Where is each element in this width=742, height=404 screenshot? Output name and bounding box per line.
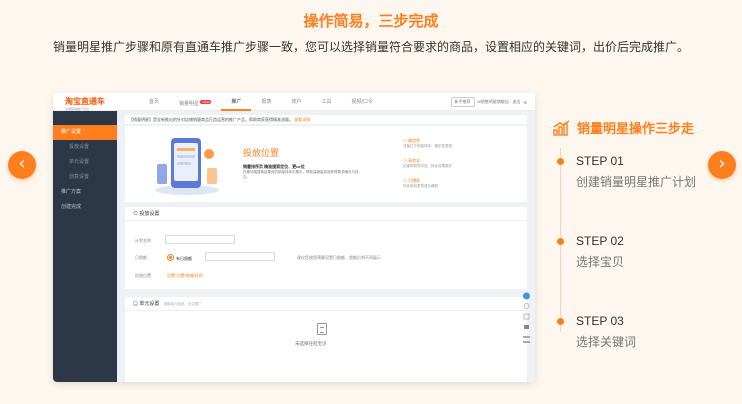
settings-icon[interactable]: ⚙ (523, 100, 527, 105)
top-nav: 首页 销量明星 NEW 推广 报表 账户 工具 视频/口令 (139, 93, 383, 111)
nav-sales-star[interactable]: 销量明星 NEW (169, 93, 221, 111)
new-badge: NEW (200, 100, 212, 104)
feature-hot-item: ⊙ 打爆款 热卖商品更易成为爆款 (403, 178, 438, 188)
next-slide-button[interactable]: › (708, 151, 736, 179)
headline: 操作简易，三步完成 (303, 13, 439, 30)
feature-certainty: ⊙ 确定性 流量位于销量排序，确定性更强 (403, 138, 452, 148)
chevron-left-icon: ‹ (18, 153, 26, 174)
plan-name-label: 计划名称 (135, 238, 151, 243)
sidebar-item-done[interactable]: 创建完成 (53, 200, 117, 215)
account-area: 新手推荐 tb销售明星旗舰店 · 退出 ⚙ (450, 97, 527, 107)
step-description: 创建销量明星推广计划 (576, 175, 697, 189)
empty-state-text: 未选择任何宝贝 (295, 341, 327, 346)
notice-text: 【销量明星】是全新推出的针对店铺销量商品打造运营的推广产品，帮助商家获得精准流量… (129, 117, 293, 122)
step-dot (557, 238, 564, 245)
sidebar-item-unit[interactable]: 单元设置 (53, 155, 117, 170)
notice-link[interactable]: 查看详情 (294, 117, 310, 122)
step-dot (557, 318, 564, 325)
nav-promotion[interactable]: 推广 (221, 93, 252, 111)
step-number: STEP 01 (576, 154, 624, 168)
floating-toolbar[interactable] (522, 292, 531, 348)
step-description: 选择关键词 (576, 335, 637, 349)
steps-title: 销量明星操作三步走 (553, 118, 694, 137)
budget-input[interactable] (205, 252, 275, 261)
newbie-button[interactable]: 新手推荐 (450, 97, 475, 107)
step-number: STEP 03 (576, 314, 624, 328)
delivery-settings-panel: ⊙ 投放设置 计划名称 日限额 有日限额 建议您按照预算设置日限额，超额后将不再… (125, 207, 527, 289)
step-dot (557, 158, 564, 165)
app-content: 【销量明星】是全新推出的针对店铺销量商品打造运营的推广产品，帮助商家获得精准流量… (117, 111, 535, 382)
subline: 销量明星推广步骤和原有直通车推广步骤一致，您可以选择销量符合要求的商品，设置相应… (52, 40, 689, 54)
nav-home[interactable]: 首页 (139, 93, 169, 111)
phone-illustration (155, 138, 219, 195)
panel-title: ⊙ 投放设置 (125, 207, 527, 221)
step-description: 选择宝贝 (576, 255, 625, 269)
budget-hint: 建议您按照预算设置日限额，超额后将不再展示 (297, 255, 381, 260)
nav-tools[interactable]: 工具 (311, 93, 341, 111)
nav-video[interactable]: 视频/口令 (341, 93, 382, 111)
panel-title: ▤ 单元设置 选取单元商品，设立推广 (125, 297, 527, 311)
budget-label: 日限额 (135, 255, 147, 260)
hero-banner: 投放位置 销量排序页 精准搜索定位、更ue位 在移动端搜索结果页的销量排序中展示… (125, 126, 527, 202)
place-label: 投放位置 (135, 273, 151, 278)
hero-title: 投放位置 (243, 148, 280, 158)
prev-slide-button[interactable]: ‹ (8, 151, 36, 179)
app-logo: 淘宝直通车 全域营销推广平台 (65, 97, 105, 111)
unit-settings-panel: ▤ 单元设置 选取单元商品，设立推广 未选择任何宝贝 (125, 297, 527, 382)
nav-reports[interactable]: 报表 (251, 93, 281, 111)
sidebar-item-promo-settings[interactable]: 推广设置 (53, 125, 117, 140)
nav-account[interactable]: 账户 (281, 93, 311, 111)
feature-conversion: ⊙ 高转化 买家购物意向强，转化效果更好 (403, 158, 452, 168)
sidebar-item-delivery[interactable]: 投放设置 (53, 140, 117, 155)
app-topbar: 淘宝直通车 全域营销推广平台 首页 销量明星 NEW 推广 报表 账户 工具 视… (53, 93, 535, 111)
sidebar-item-creative[interactable]: 创意设置 (53, 170, 117, 185)
plan-name-input[interactable] (165, 235, 235, 244)
empty-document-icon (317, 323, 327, 335)
account-text[interactable]: tb销售明星旗舰店 · 退出 (478, 99, 521, 105)
app-sidebar: 推广设置 投放设置 单元设置 创意设置 推广方案 创建完成 (53, 111, 117, 382)
chevron-right-icon: › (718, 153, 726, 174)
bar-chart-growth-icon (553, 119, 570, 136)
budget-radio[interactable]: 有日限额 (167, 254, 192, 262)
step-number: STEP 02 (576, 234, 624, 248)
sidebar-item-plan[interactable]: 推广方案 (53, 185, 117, 200)
product-screenshot: 淘宝直通车 全域营销推广平台 首页 销量明星 NEW 推广 报表 账户 工具 视… (53, 93, 535, 382)
hero-description: 销量排序页 精准搜索定位、更ue位 在移动端搜索结果页的销量排序中展示，帮助高销… (243, 164, 359, 179)
notice-bar: 【销量明星】是全新推出的针对店铺销量商品打造运营的推广产品，帮助商家获得精准流量… (125, 115, 527, 124)
place-settings-link[interactable]: 设置“位置/地域/时间” (167, 273, 204, 279)
